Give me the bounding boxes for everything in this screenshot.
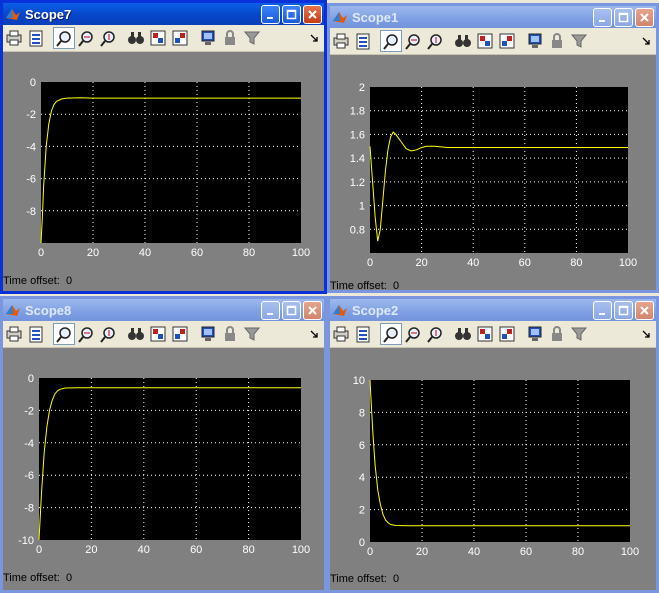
time-offset-value: 0 [65,572,73,584]
y-tick-label: 6 [359,440,365,452]
time-offset-label: Time offset: 0 [3,572,72,584]
x-tick-label: 0 [38,247,44,259]
scope1-window[interactable]: Scope1 0 20 40 60 80 100 0.8 1 1.2 1.4 1.6 1.8 2 Tim… [327,3,659,293]
x-tick-label: 80 [572,546,584,558]
scope-plot: 0 20 40 60 80 100 0 2 4 6 8 10 [353,375,639,558]
x-tick-label: 0 [367,257,373,269]
plot-area [370,380,630,542]
y-tick-label: -10 [18,535,34,547]
x-tick-label: 100 [292,247,310,259]
time-offset-value: 0 [65,275,73,287]
y-tick-label: 10 [353,375,365,387]
y-tick-label: 1.2 [350,177,365,189]
x-tick-label: 20 [416,546,428,558]
scope8-window[interactable]: Scope8 0 20 40 60 80 100 -10 -8 -6 -4 -2 0 Time off… [0,296,327,593]
x-tick-label: 40 [468,546,480,558]
y-tick-label: 0.8 [350,224,365,236]
x-tick-label: 80 [242,544,254,556]
time-offset-caption: Time offset: [330,280,387,292]
x-tick-label: 40 [138,544,150,556]
time-offset-label: Time offset: 0 [330,280,400,292]
time-offset-label: Time offset: 0 [330,573,399,585]
y-tick-label: 2 [359,82,365,94]
x-tick-label: 100 [621,546,639,558]
time-offset-value: 0 [392,573,400,585]
x-tick-label: 60 [190,544,202,556]
scope-plot: 0 20 40 60 80 100 0.8 1 1.2 1.4 1.6 1.8 2 [350,82,637,269]
y-tick-label: -8 [24,503,34,515]
time-offset-label: Time offset: 0 [3,275,72,287]
time-offset-caption: Time offset: [3,572,60,584]
y-tick-label: -2 [24,405,34,417]
y-tick-label: -6 [26,174,36,186]
x-tick-label: 40 [467,257,479,269]
x-tick-label: 20 [415,257,427,269]
y-tick-label: -2 [26,109,36,121]
scope2-window[interactable]: Scope2 0 20 40 60 80 100 0 2 4 6 8 10 Time offset: … [327,296,659,593]
x-tick-label: 60 [520,546,532,558]
y-tick-label: -8 [26,206,36,218]
x-tick-label: 100 [292,544,310,556]
plot-area [41,82,301,243]
y-tick-label: 1.6 [350,129,365,141]
y-tick-label: 8 [359,407,365,419]
x-tick-label: 40 [139,247,151,259]
plot-area [370,87,628,253]
x-tick-label: 80 [243,247,255,259]
x-tick-label: 20 [87,247,99,259]
y-tick-label: 1.8 [350,106,365,118]
x-tick-label: 80 [570,257,582,269]
y-tick-label: 1.4 [350,153,365,165]
scope7-window[interactable]: Scope7 0 20 40 60 80 100 -8 -6 -4 -2 0 Time offset… [0,0,327,294]
y-tick-label: -4 [24,438,34,450]
plot-area [39,378,301,540]
x-tick-label: 0 [36,544,42,556]
x-tick-label: 0 [367,546,373,558]
x-tick-label: 20 [85,544,97,556]
x-tick-label: 100 [619,257,637,269]
scope-plot: 0 20 40 60 80 100 -8 -6 -4 -2 0 [26,77,310,259]
y-tick-label: -6 [24,470,34,482]
y-tick-label: 2 [359,505,365,517]
scope-plot: 0 20 40 60 80 100 -10 -8 -6 -4 -2 0 [18,373,310,556]
y-tick-label: 0 [28,373,34,385]
time-offset-value: 0 [392,280,400,292]
time-offset-caption: Time offset: [330,573,387,585]
time-offset-caption: Time offset: [3,275,60,287]
y-tick-label: 0 [359,537,365,549]
x-tick-label: 60 [191,247,203,259]
x-tick-label: 60 [519,257,531,269]
y-tick-label: 1 [359,201,365,213]
y-tick-label: 0 [30,77,36,89]
y-tick-label: -4 [26,141,36,153]
y-tick-label: 4 [359,472,365,484]
